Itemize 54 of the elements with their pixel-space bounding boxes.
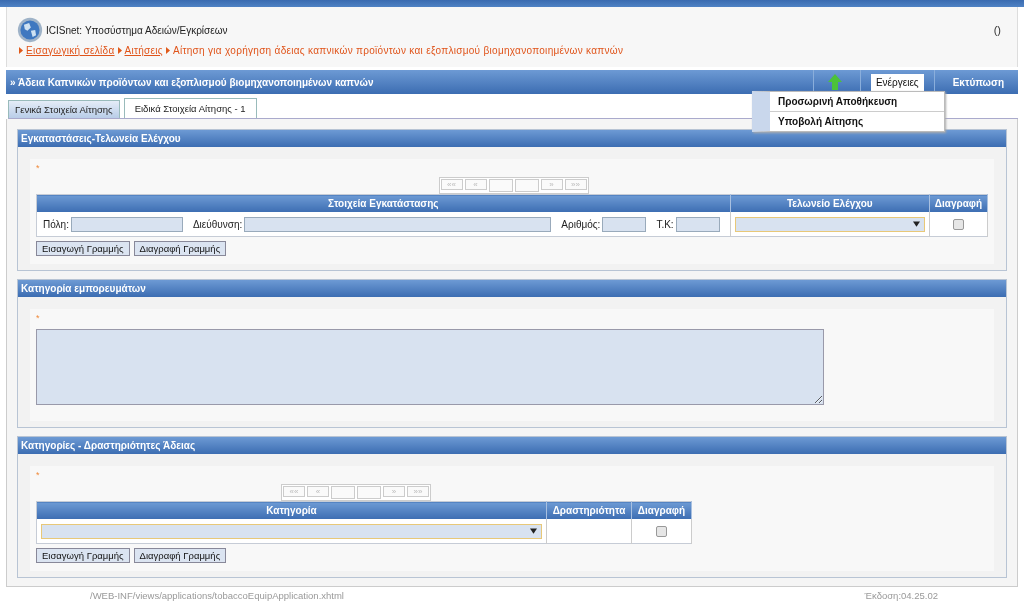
text-area[interactable] xyxy=(36,329,824,405)
menu-item[interactable]: Προσωρινή Αποθήκευση xyxy=(770,92,944,111)
required-mark: * xyxy=(36,163,41,175)
row-button[interactable]: Διαγραφή Γραμμής xyxy=(133,548,227,563)
arrow-icon xyxy=(166,47,170,54)
file-path: /WEB-INF/views/applications/tobaccoEquipApplication.xhtml xyxy=(90,590,344,601)
version-text: Έκδοση:04.25.02 xyxy=(864,590,938,601)
section-header: Εγκαταστάσεις-Τελωνεία Ελέγχου xyxy=(18,130,1006,147)
dropdown-field[interactable] xyxy=(734,216,925,232)
required-mark: * xyxy=(36,470,41,482)
page-number-box[interactable] xyxy=(488,179,513,192)
column-header: Διαγραφή xyxy=(929,194,988,212)
column-header: Στοιχεία Εγκατάστασης xyxy=(36,194,731,212)
input-field[interactable] xyxy=(602,216,647,232)
row-button[interactable]: Εισαγωγή Γραμμής xyxy=(36,241,130,256)
breadcrumb-current: Αίτηση για χορήγηση άδειας καπνικών προϊόντων και εξοπλισμού βιομηχανοποιημένων καπνών xyxy=(173,45,624,56)
actions-button[interactable]: Ενέργειες xyxy=(870,73,924,91)
section-header: Κατηγορία εμπορευμάτων xyxy=(18,280,1006,297)
checkbox[interactable] xyxy=(952,218,964,230)
checkbox[interactable] xyxy=(656,525,667,537)
input-field[interactable] xyxy=(675,216,720,232)
column-header: Δραστηριότητα xyxy=(546,501,632,519)
field-label: Τ.Κ: xyxy=(656,218,674,230)
row-button[interactable]: Διαγραφή Γραμμής xyxy=(133,241,227,256)
print-button[interactable]: Εκτύπωση xyxy=(934,76,1018,88)
dropdown-arrow-icon xyxy=(530,528,537,534)
page-title: » Άδεια Καπνικών προϊόντων και εξοπλισμού βιομηχανοποιημένων καπνών xyxy=(9,76,374,88)
column-header: Διαγραφή xyxy=(631,501,692,519)
app-title: ICISnet: Υποσύστημα Αδειών/Εγκρίσεων xyxy=(46,24,228,36)
field-label: Διεύθυνση: xyxy=(192,218,243,230)
required-mark: * xyxy=(36,313,41,325)
column-header: Κατηγορία xyxy=(36,501,547,519)
input-field[interactable] xyxy=(244,216,552,232)
section-header: Κατηγορίες - Δραστηριότητες Άδειας xyxy=(18,437,1006,454)
row-button[interactable]: Εισαγωγή Γραμμής xyxy=(36,548,130,563)
arrow-icon xyxy=(117,47,122,54)
input-field[interactable] xyxy=(70,216,183,232)
column-header: Τελωνείο Ελέγχου xyxy=(730,194,930,212)
field-label: Πόλη: xyxy=(43,218,69,230)
field-label: Αριθμός: xyxy=(561,218,601,230)
menu-item[interactable]: Υποβολή Αίτησης xyxy=(770,111,944,131)
tab[interactable]: Γενικά Στοιχεία Αίτησης xyxy=(8,100,120,118)
dropdown-field[interactable] xyxy=(41,523,542,539)
up-arrow-icon[interactable] xyxy=(827,74,842,90)
counter-text: () xyxy=(993,24,1001,36)
dropdown-arrow-icon xyxy=(912,221,920,227)
tab[interactable]: Ειδικά Στοιχεία Αίτησης - 1 xyxy=(123,98,257,118)
breadcrumb-link[interactable]: Αιτήσεις xyxy=(124,45,163,56)
page-number-box[interactable] xyxy=(357,486,381,499)
page-number-box[interactable] xyxy=(331,486,355,499)
arrow-icon xyxy=(19,47,23,54)
breadcrumb-link[interactable]: Εισαγωγική σελίδα xyxy=(26,45,115,56)
page-number-box[interactable] xyxy=(514,179,539,192)
globe-logo-icon xyxy=(17,17,43,43)
